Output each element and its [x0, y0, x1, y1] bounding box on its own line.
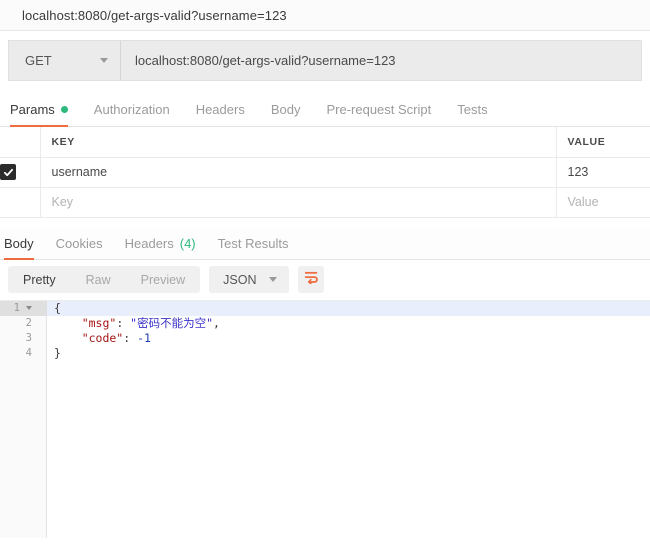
response-tab-cookies-label: Cookies: [55, 235, 103, 251]
code-line: 4}: [0, 346, 650, 361]
params-modified-dot-icon: [60, 106, 68, 113]
response-tab-headers[interactable]: Headers (4): [125, 236, 196, 259]
view-mode-pretty[interactable]: Pretty: [8, 266, 71, 293]
param-value-cell-placeholder[interactable]: Value: [556, 187, 650, 218]
tab-authorization-label: Authorization: [93, 102, 170, 117]
response-code-lines: 1{2 "msg": "密码不能为空", 3 "code": -1 4}: [0, 300, 650, 361]
response-tab-body[interactable]: Body: [4, 235, 34, 260]
http-method-select[interactable]: GET: [9, 41, 121, 80]
code-line: 1{: [0, 300, 650, 316]
code-line: 2 "msg": "密码不能为空",: [0, 316, 650, 331]
params-header-row: KEY VALUE: [0, 127, 650, 158]
response-tab-cookies[interactable]: Cookies: [56, 236, 103, 259]
chevron-down-icon: [100, 58, 108, 63]
params-header-checkbox-cell: [0, 127, 41, 158]
view-mode-preview[interactable]: Preview: [126, 266, 200, 293]
chevron-down-icon: [269, 277, 278, 282]
tab-body[interactable]: Body: [271, 102, 301, 126]
param-key-cell-placeholder[interactable]: Key: [40, 187, 557, 218]
param-value-cell[interactable]: 123: [556, 157, 650, 188]
tab-headers[interactable]: Headers: [196, 102, 245, 126]
titlebar: localhost:8080/get-args-valid?username=1…: [0, 0, 650, 31]
params-table: KEY VALUE username 123 Key Value: [0, 127, 650, 218]
response-headers-count: (4): [179, 235, 196, 251]
tab-params[interactable]: Params: [10, 102, 68, 127]
word-wrap-toggle[interactable]: [298, 266, 325, 293]
params-header-value: VALUE: [556, 127, 650, 158]
postman-window: localhost:8080/get-args-valid?username=1…: [0, 0, 650, 555]
tab-params-label: Params: [10, 102, 55, 117]
checkbox-checked-icon[interactable]: [0, 164, 16, 180]
line-number: 3: [25, 331, 32, 344]
param-enabled-checkbox-cell-empty: [0, 187, 41, 218]
response-tab-test-results[interactable]: Test Results: [218, 236, 289, 259]
response-tab-headers-label: Headers: [124, 235, 174, 251]
code-line-text: {: [54, 300, 61, 315]
line-number: 4: [25, 346, 32, 359]
line-number: 2: [25, 316, 32, 329]
response-body-editor[interactable]: 1{2 "msg": "密码不能为空", 3 "code": -1 4}: [0, 300, 650, 538]
response-format-label: JSON: [223, 272, 257, 287]
table-row: Key Value: [0, 187, 650, 218]
http-method-label: GET: [25, 53, 52, 68]
tab-tests[interactable]: Tests: [457, 102, 487, 126]
tab-headers-label: Headers: [195, 102, 245, 117]
code-line-text: "code": -1: [54, 330, 151, 345]
view-mode-raw[interactable]: Raw: [71, 266, 126, 293]
request-bar: GET: [8, 40, 642, 81]
code-line-text: }: [54, 345, 61, 360]
fold-triangle-icon[interactable]: [26, 306, 32, 310]
line-number: 1: [0, 300, 47, 316]
code-line: 3 "code": -1: [0, 331, 650, 346]
response-format-select[interactable]: JSON: [209, 266, 290, 293]
tab-pre-request-script-label: Pre-request Script: [326, 102, 432, 117]
tab-body-label: Body: [270, 102, 301, 117]
tab-pre-request-script[interactable]: Pre-request Script: [326, 102, 431, 126]
param-key-cell[interactable]: username: [40, 157, 557, 188]
response-tab-body-label: Body: [4, 235, 34, 251]
request-tabs: Params Authorization Headers Body Pre-re…: [0, 93, 650, 127]
titlebar-url-text: localhost:8080/get-args-valid?username=1…: [22, 7, 287, 23]
tab-tests-label: Tests: [457, 102, 488, 117]
param-enabled-checkbox-cell: [0, 157, 41, 188]
response-tabs: Body Cookies Headers (4) Test Results: [0, 228, 650, 260]
response-tab-test-results-label: Test Results: [217, 235, 289, 251]
tab-authorization[interactable]: Authorization: [94, 102, 170, 126]
word-wrap-icon: [304, 271, 319, 289]
table-row: username 123: [0, 157, 650, 188]
params-header-key: KEY: [40, 127, 557, 158]
code-line-text: "msg": "密码不能为空",: [54, 315, 220, 330]
view-mode-group: Pretty Raw Preview: [8, 266, 201, 293]
response-toolbar: Pretty Raw Preview JSON: [0, 259, 650, 301]
request-url-input[interactable]: [121, 41, 641, 80]
